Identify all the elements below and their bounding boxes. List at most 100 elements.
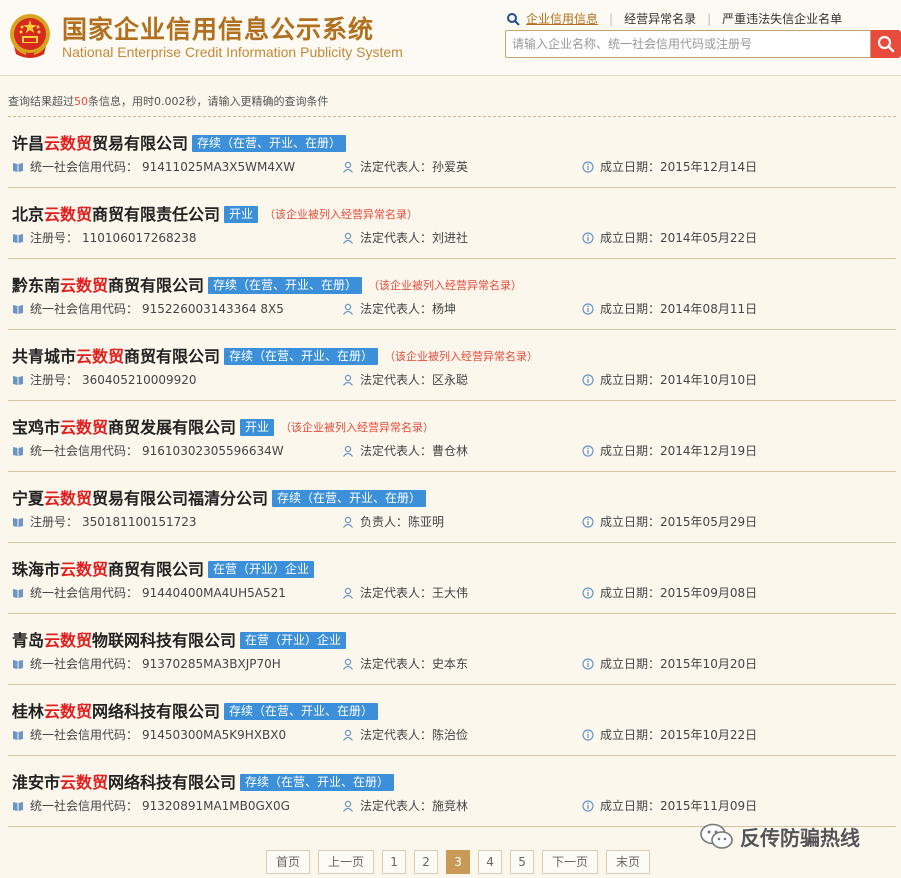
- result-summary-suffix: 条信息，用时0.002秒，请输入更精确的查询条件: [88, 95, 329, 108]
- credit-code-label: 统一社会信用代码：: [30, 302, 139, 316]
- legal-rep-value: 杨坤: [432, 302, 457, 316]
- page-button-3[interactable]: 3: [446, 850, 471, 874]
- credit-code-label: 注册号：: [30, 515, 79, 529]
- person-icon: [343, 729, 353, 741]
- abnormal-list-note: （该企业被列入经营异常名录）: [264, 208, 419, 221]
- founding-date-value: 2014年10月10日: [660, 373, 758, 387]
- company-name-link[interactable]: 青岛云数贸物联网科技有限公司 在营（开业）企业: [12, 627, 347, 651]
- credit-code-value: 110106017268238: [82, 230, 197, 245]
- founding-date-label: 成立日期：: [600, 373, 661, 387]
- credit-code-label: 统一社会信用代码：: [30, 160, 139, 174]
- founding-date-value: 2015年10月22日: [660, 728, 758, 742]
- legal-rep-value: 刘进社: [432, 231, 469, 245]
- search-input[interactable]: [506, 31, 870, 57]
- status-badge: 存续（在营、开业、在册）: [192, 135, 347, 152]
- company-name-link[interactable]: 许昌云数贸贸易有限公司 存续（在营、开业、在册）: [12, 130, 347, 154]
- legal-rep-field: 法定代表人： 陈治俭: [342, 726, 468, 743]
- founding-date-field: 成立日期： 2015年11月09日: [582, 797, 757, 814]
- search-box: [505, 30, 871, 58]
- legal-rep-value: 孙爱英: [432, 160, 469, 174]
- legal-rep-field: 法定代表人： 区永聪: [342, 371, 468, 388]
- page-button-5[interactable]: 5: [510, 850, 535, 874]
- legal-rep-value: 曹仓林: [432, 444, 469, 458]
- status-badge: 在营（开业）企业: [240, 632, 347, 649]
- company-name-link[interactable]: 珠海市云数贸商贸有限公司 在营（开业）企业: [12, 556, 315, 580]
- book-icon: [13, 304, 23, 314]
- status-badge: 存续（在营、开业、在册）: [272, 490, 427, 507]
- company-name-suffix: 商贸有限公司: [124, 347, 221, 366]
- credit-code-label: 注册号：: [30, 373, 79, 387]
- search-keyword-highlight: 云数贸: [44, 489, 93, 508]
- book-icon: [13, 588, 23, 598]
- company-name-prefix: 青岛: [12, 631, 45, 650]
- credit-code-field: 统一社会信用代码： 91450300MA5K9HXBX0: [12, 726, 286, 743]
- wechat-icon: [700, 823, 733, 849]
- legal-rep-value: 施竞林: [432, 799, 469, 813]
- result-item: 淮安市云数贸网络科技有限公司 存续（在营、开业、在册） 统一社会信用代码： 91320…: [8, 756, 896, 827]
- company-name-link[interactable]: 宝鸡市云数贸商贸发展有限公司 开业 （该企业被列入经营异常名录）: [12, 414, 434, 438]
- company-name-link[interactable]: 共青城市云数贸商贸有限公司 存续（在营、开业、在册） （该企业被列入经营异常名录）: [12, 343, 538, 367]
- nav-separator: |: [609, 11, 614, 26]
- watermark: 反传防骗热线: [700, 822, 860, 851]
- result-list: 许昌云数贸贸易有限公司 存续（在营、开业、在册） 统一社会信用代码： 91411025…: [8, 117, 896, 827]
- company-name-link[interactable]: 北京云数贸商贸有限责任公司 开业 （该企业被列入经营异常名录）: [12, 201, 418, 225]
- result-count: 50: [74, 95, 88, 108]
- watermark-text: 反传防骗热线: [740, 826, 860, 850]
- result-item: 共青城市云数贸商贸有限公司 存续（在营、开业、在册） （该企业被列入经营异常名录） 注…: [8, 330, 896, 401]
- search-button[interactable]: [871, 30, 901, 58]
- founding-date-field: 成立日期： 2015年10月20日: [582, 655, 757, 672]
- person-icon: [343, 374, 353, 386]
- info-icon: [582, 444, 594, 457]
- legal-rep-label: 法定代表人：: [360, 373, 433, 387]
- first-page-button[interactable]: 首页: [266, 850, 311, 874]
- result-summary-prefix: 查询结果超过: [8, 95, 74, 108]
- credit-code-value: 91440400MA4UH5A521: [142, 585, 286, 600]
- credit-code-value: 915226003143364 8X5: [142, 301, 284, 316]
- founding-date-value: 2015年09月08日: [660, 586, 758, 600]
- company-name-link[interactable]: 黔东南云数贸商贸有限公司 存续（在营、开业、在册） （该企业被列入经营异常名录）: [12, 272, 522, 296]
- nav-abnormal-list[interactable]: 经营异常名录: [624, 10, 696, 27]
- company-name-link[interactable]: 宁夏云数贸贸易有限公司福清分公司 存续（在营、开业、在册）: [12, 485, 427, 509]
- person-icon: [343, 232, 353, 244]
- credit-code-field: 注册号： 360405210009920: [12, 371, 197, 388]
- page-button-1[interactable]: 1: [382, 850, 407, 874]
- company-name-prefix: 宝鸡市: [12, 418, 61, 437]
- next-page-button[interactable]: 下一页: [542, 850, 599, 874]
- founding-date-label: 成立日期：: [600, 444, 661, 458]
- person-icon: [343, 303, 353, 315]
- company-name-link[interactable]: 淮安市云数贸网络科技有限公司 存续（在营、开业、在册）: [12, 769, 395, 793]
- nav-separator: |: [707, 11, 712, 26]
- nav-serious-violation-list[interactable]: 严重违法失信企业名单: [722, 10, 842, 27]
- credit-code-value: 91320891MA1MB0GX0G: [142, 798, 290, 813]
- abnormal-list-note: （该企业被列入经营异常名录）: [280, 421, 435, 434]
- search-keyword-highlight: 云数贸: [44, 631, 93, 650]
- nav-enterprise-credit[interactable]: 企业信用信息: [526, 10, 598, 27]
- credit-code-field: 统一社会信用代码： 91610302305596634W: [12, 442, 284, 459]
- credit-code-field: 统一社会信用代码： 91440400MA4UH5A521: [12, 584, 286, 601]
- prev-page-button[interactable]: 上一页: [318, 850, 375, 874]
- company-name-link[interactable]: 桂林云数贸网络科技有限公司 存续（在营、开业、在册）: [12, 698, 379, 722]
- legal-rep-value: 区永聪: [432, 373, 469, 387]
- founding-date-value: 2015年10月20日: [660, 657, 758, 671]
- legal-rep-label: 法定代表人：: [360, 657, 433, 671]
- last-page-button[interactable]: 末页: [606, 850, 651, 874]
- search-keyword-highlight: 云数贸: [60, 560, 109, 579]
- company-name-suffix: 网络科技有限公司: [108, 773, 237, 792]
- legal-rep-value: 陈亚明: [408, 515, 445, 529]
- credit-code-label: 统一社会信用代码：: [30, 657, 139, 671]
- founding-date-value: 2015年12月14日: [660, 160, 758, 174]
- company-name-prefix: 黔东南: [12, 276, 61, 295]
- info-icon: [582, 231, 594, 244]
- legal-rep-label: 法定代表人：: [360, 302, 433, 316]
- credit-code-value: 350181100151723: [82, 514, 197, 529]
- book-icon: [13, 801, 23, 811]
- legal-rep-value: 王大伟: [432, 586, 469, 600]
- result-summary: 查询结果超过50条信息，用时0.002秒，请输入更精确的查询条件: [8, 93, 329, 109]
- company-name-prefix: 共青城市: [12, 347, 77, 366]
- page-button-4[interactable]: 4: [478, 850, 503, 874]
- page-button-2[interactable]: 2: [414, 850, 439, 874]
- founding-date-value: 2014年12月19日: [660, 444, 758, 458]
- founding-date-label: 成立日期：: [600, 728, 661, 742]
- search-keyword-highlight: 云数贸: [44, 702, 93, 721]
- legal-rep-label: 法定代表人：: [360, 799, 433, 813]
